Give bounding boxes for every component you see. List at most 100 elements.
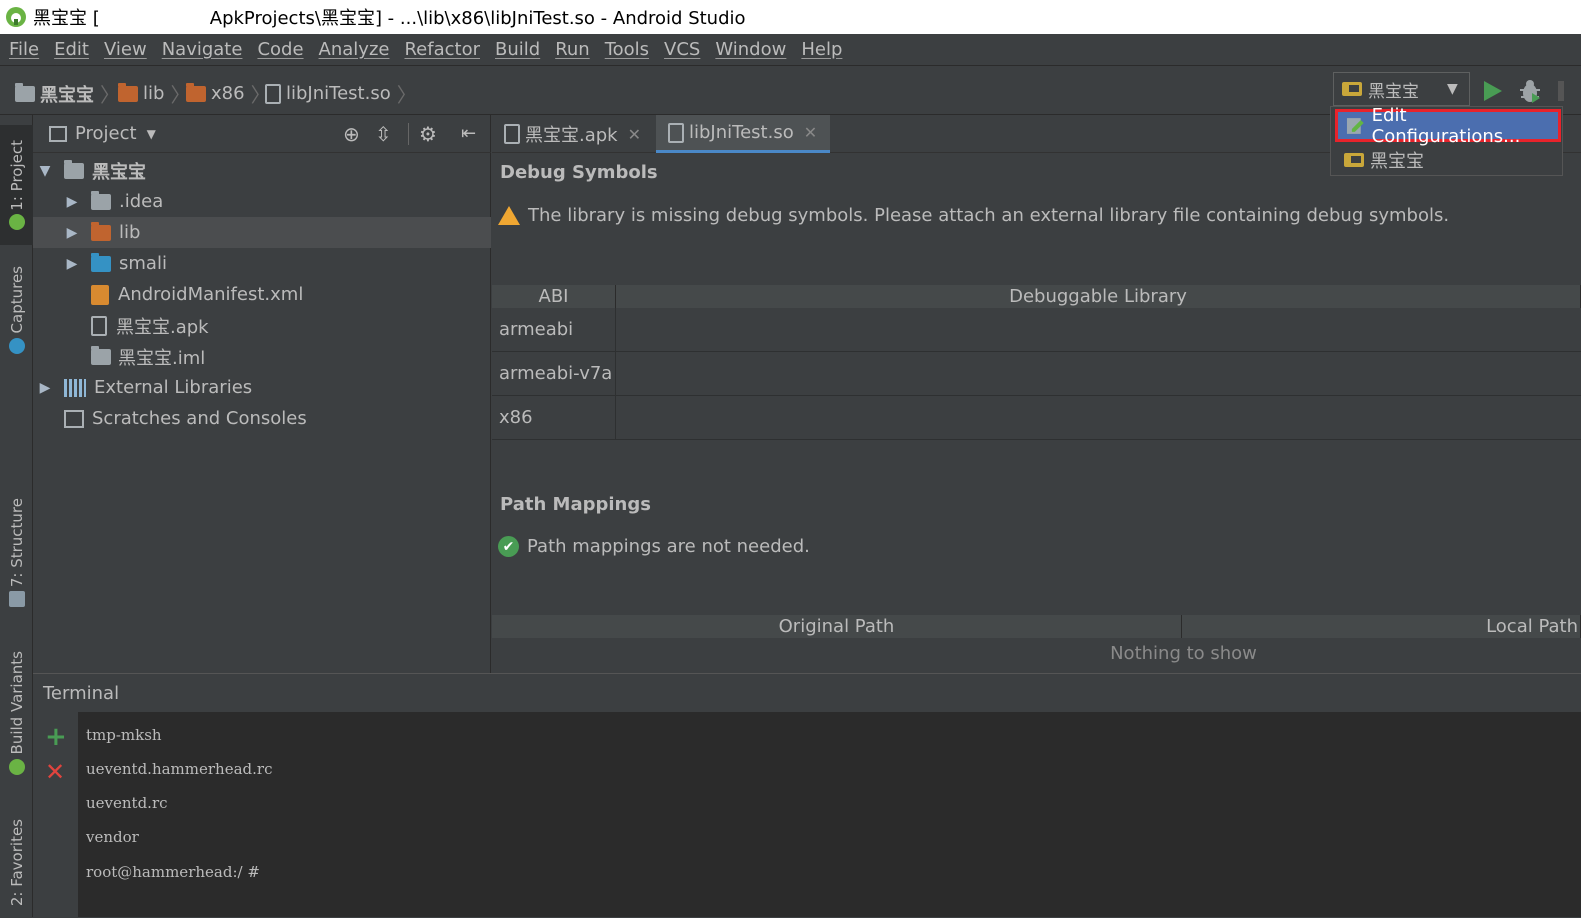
- chevron-right-icon: 〉: [396, 83, 417, 107]
- missing-symbols-warning: The library is missing debug symbols. Pl…: [498, 205, 1449, 226]
- hide-panel-icon[interactable]: ⇤: [461, 123, 476, 144]
- config-option-project[interactable]: 黑宝宝: [1335, 145, 1561, 175]
- iml-file-icon: [91, 345, 111, 365]
- menu-navigate[interactable]: Navigate: [162, 39, 243, 60]
- menu-file[interactable]: File: [9, 39, 39, 60]
- tree-item-iml[interactable]: 黑宝宝.iml: [33, 341, 491, 372]
- option-label: Edit Configurations...: [1371, 104, 1521, 147]
- menu-run[interactable]: Run: [555, 39, 590, 60]
- breadcrumb-x86[interactable]: x86 〉: [186, 79, 271, 108]
- library-icon: [64, 378, 86, 397]
- table-row[interactable]: armeabi-v7a: [492, 352, 1581, 396]
- camera-icon: [8, 337, 25, 354]
- project-panel: Project ▼ ⊕ ⇳ ⚙ ⇤ ▼ 黑宝宝 ▶ .idea ▶ lib ▶ …: [33, 115, 491, 673]
- tree-item-smali[interactable]: ▶ smali: [33, 248, 491, 279]
- toolbar-overflow: [1558, 81, 1564, 101]
- close-icon[interactable]: ✕: [804, 123, 817, 142]
- android-icon: [8, 758, 25, 775]
- menu-build[interactable]: Build: [495, 39, 540, 60]
- edit-configurations-option[interactable]: Edit Configurations...: [1335, 105, 1561, 147]
- gear-icon[interactable]: ⚙: [419, 122, 437, 146]
- run-configuration-dropdown[interactable]: 黑宝宝 ▼: [1333, 72, 1470, 106]
- tree-item-scratches[interactable]: Scratches and Consoles: [33, 403, 491, 434]
- terminal-title: Terminal: [43, 682, 120, 704]
- chevron-right-icon: 〉: [100, 83, 120, 107]
- terminal-header: Terminal: [33, 674, 1581, 712]
- close-icon[interactable]: ✕: [628, 125, 641, 144]
- tree-item-idea[interactable]: ▶ .idea: [33, 186, 491, 217]
- window-title-project: 黑宝宝 [: [33, 8, 100, 29]
- column-header-abi[interactable]: ABI: [492, 285, 616, 308]
- menu-view[interactable]: View: [104, 39, 147, 60]
- table-row[interactable]: x86: [492, 396, 1581, 440]
- column-header-original-path[interactable]: Original Path: [492, 615, 1182, 638]
- breadcrumb-label: lib: [143, 83, 165, 104]
- path-mappings-heading: Path Mappings: [500, 494, 651, 515]
- chevron-down-icon: ▼: [1447, 81, 1458, 97]
- tool-tab-label: 1: Project: [7, 139, 26, 211]
- terminal-line: vendor: [86, 828, 139, 846]
- menu-refactor[interactable]: Refactor: [404, 39, 480, 60]
- tool-tab-project[interactable]: 1: Project: [0, 125, 33, 245]
- breadcrumb-lib[interactable]: lib 〉: [118, 79, 190, 108]
- breadcrumb-label: 黑宝宝: [40, 84, 94, 106]
- run-config-icon: [1344, 153, 1364, 167]
- toolbar-divider: [408, 123, 409, 145]
- run-icon[interactable]: [1482, 79, 1504, 103]
- column-divider: [615, 308, 616, 440]
- terminal-panel: Terminal + ✕ tmp-mksh ueventd.hammerhead…: [33, 673, 1581, 918]
- new-session-plus-icon[interactable]: +: [45, 722, 67, 752]
- chevron-down-icon[interactable]: ▼: [147, 127, 156, 141]
- edit-config-icon: [1346, 117, 1364, 134]
- tree-item-apk[interactable]: 黑宝宝.apk: [33, 310, 491, 341]
- tree-item-external-libraries[interactable]: ▶ External Libraries: [33, 372, 491, 403]
- debug-bug-icon[interactable]: [1518, 78, 1542, 104]
- run-config-label: 黑宝宝: [1368, 81, 1419, 102]
- project-panel-header: Project ▼ ⊕ ⇳ ⚙ ⇤: [33, 115, 491, 153]
- terminal-line: tmp-mksh: [86, 726, 162, 744]
- tree-item-project-root[interactable]: ▼ 黑宝宝: [33, 155, 491, 186]
- tree-item-label: 黑宝宝.iml: [118, 347, 206, 369]
- table-row[interactable]: armeabi: [492, 308, 1581, 352]
- collapsed-arrow-icon: ▶: [39, 379, 51, 396]
- menu-tools[interactable]: Tools: [605, 39, 649, 60]
- status-text: Path mappings are not needed.: [527, 536, 810, 557]
- collapse-all-icon[interactable]: ⇳: [375, 122, 392, 146]
- tree-item-lib[interactable]: ▶ lib: [33, 217, 491, 248]
- tab-apk[interactable]: 黑宝宝.apk ✕: [492, 115, 652, 153]
- tree-item-manifest[interactable]: AndroidManifest.xml: [33, 279, 491, 310]
- breadcrumb-file[interactable]: libJniTest.so 〉: [265, 79, 417, 108]
- tree-item-label: smali: [119, 253, 167, 274]
- tool-tab-favorites[interactable]: 2: Favorites: [0, 815, 33, 910]
- tool-tab-captures[interactable]: Captures: [0, 255, 33, 365]
- menu-window[interactable]: Window: [715, 39, 786, 60]
- structure-icon: [8, 591, 25, 608]
- module-folder-icon: [64, 159, 84, 179]
- tool-tab-structure[interactable]: 7: Structure: [0, 490, 33, 615]
- column-header-local-path[interactable]: Local Path: [1182, 615, 1581, 638]
- window-title-path: ApkProjects\黑宝宝] - ...\lib\x86\libJniTes…: [209, 8, 746, 29]
- window-titlebar: 黑宝宝 [ ApkProjects\黑宝宝] - ...\lib\x86\lib…: [0, 0, 1581, 34]
- tool-tab-label: 7: Structure: [7, 497, 26, 588]
- menu-vcs[interactable]: VCS: [664, 39, 700, 60]
- menu-edit[interactable]: Edit: [54, 39, 89, 60]
- breadcrumb-label: x86: [211, 83, 245, 104]
- menu-code[interactable]: Code: [257, 39, 303, 60]
- tool-tab-build-variants[interactable]: Build Variants: [0, 643, 33, 783]
- locate-icon[interactable]: ⊕: [343, 122, 360, 146]
- tab-libjnitest[interactable]: libJniTest.so ✕: [656, 115, 830, 153]
- tool-tab-label: 2: Favorites: [7, 818, 26, 907]
- menu-analyze[interactable]: Analyze: [319, 39, 390, 60]
- terminal-prompt[interactable]: root@hammerhead:/ #: [86, 863, 260, 881]
- warning-icon: [498, 206, 520, 225]
- editor-area: 黑宝宝.apk ✕ libJniTest.so ✕ Debug Symbols …: [492, 115, 1581, 673]
- close-session-icon[interactable]: ✕: [45, 758, 65, 786]
- menu-help[interactable]: Help: [801, 39, 842, 60]
- breadcrumb-project[interactable]: 黑宝宝〉: [15, 79, 120, 108]
- collapsed-arrow-icon: ▶: [66, 224, 78, 241]
- folder-icon: [91, 190, 111, 210]
- empty-table-text: Nothing to show: [1110, 643, 1257, 664]
- terminal-line: ueventd.hammerhead.rc: [86, 760, 273, 778]
- column-header-debuggable-library[interactable]: Debuggable Library: [616, 285, 1581, 308]
- project-view-selector[interactable]: Project: [75, 123, 137, 144]
